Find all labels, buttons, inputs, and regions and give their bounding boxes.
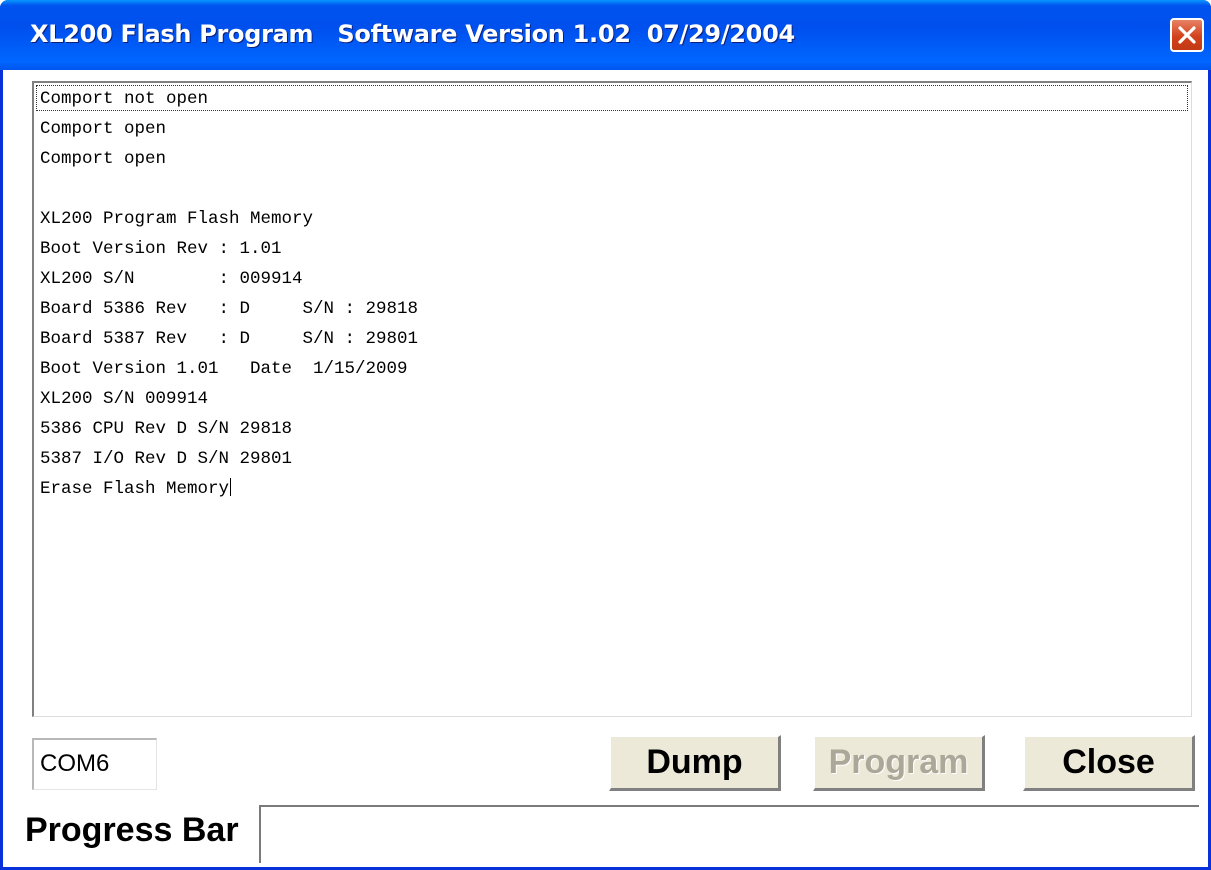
app-window: XL200 Flash Program Software Version 1.0… (0, 0, 1211, 870)
log-line: 5387 I/O Rev D S/N 29801 (40, 449, 293, 469)
log-line: Comport open (40, 119, 167, 139)
log-output[interactable]: Comport not open Comport open Comport open… (32, 81, 1192, 717)
text-caret (230, 478, 232, 496)
log-line: XL200 S/N 009914 (40, 389, 209, 409)
log-line: Board 5386 Rev : D S/N : 29818 (40, 299, 419, 319)
log-line: Boot Version 1.01 Date 1/15/2009 (40, 359, 408, 379)
log-line: XL200 Program Flash Memory (40, 209, 314, 229)
log-line: Comport not open (40, 89, 209, 109)
client-area: Comport not open Comport open Comport open… (3, 70, 1208, 867)
program-button: Program (813, 735, 985, 791)
log-line: Erase Flash Memory (40, 478, 232, 499)
close-button[interactable]: Close (1023, 735, 1195, 791)
log-line: Board 5387 Rev : D S/N : 29801 (40, 329, 419, 349)
log-line: 5386 CPU Rev D S/N 29818 (40, 419, 293, 439)
log-line: XL200 S/N : 009914 (40, 269, 303, 289)
progress-bar (259, 805, 1199, 863)
window-close-button[interactable] (1170, 18, 1204, 52)
log-line: Boot Version Rev : 1.01 (40, 239, 282, 259)
log-line: Comport open (40, 149, 167, 169)
com-port-field[interactable]: COM6 (32, 738, 157, 790)
dump-button[interactable]: Dump (609, 735, 781, 791)
title-bar[interactable]: XL200 Flash Program Software Version 1.0… (0, 0, 1211, 70)
window-title: XL200 Flash Program Software Version 1.0… (30, 20, 795, 48)
log-focus-outline (36, 85, 1188, 111)
close-x-icon (1178, 26, 1196, 44)
progress-bar-label: Progress Bar (25, 811, 239, 849)
